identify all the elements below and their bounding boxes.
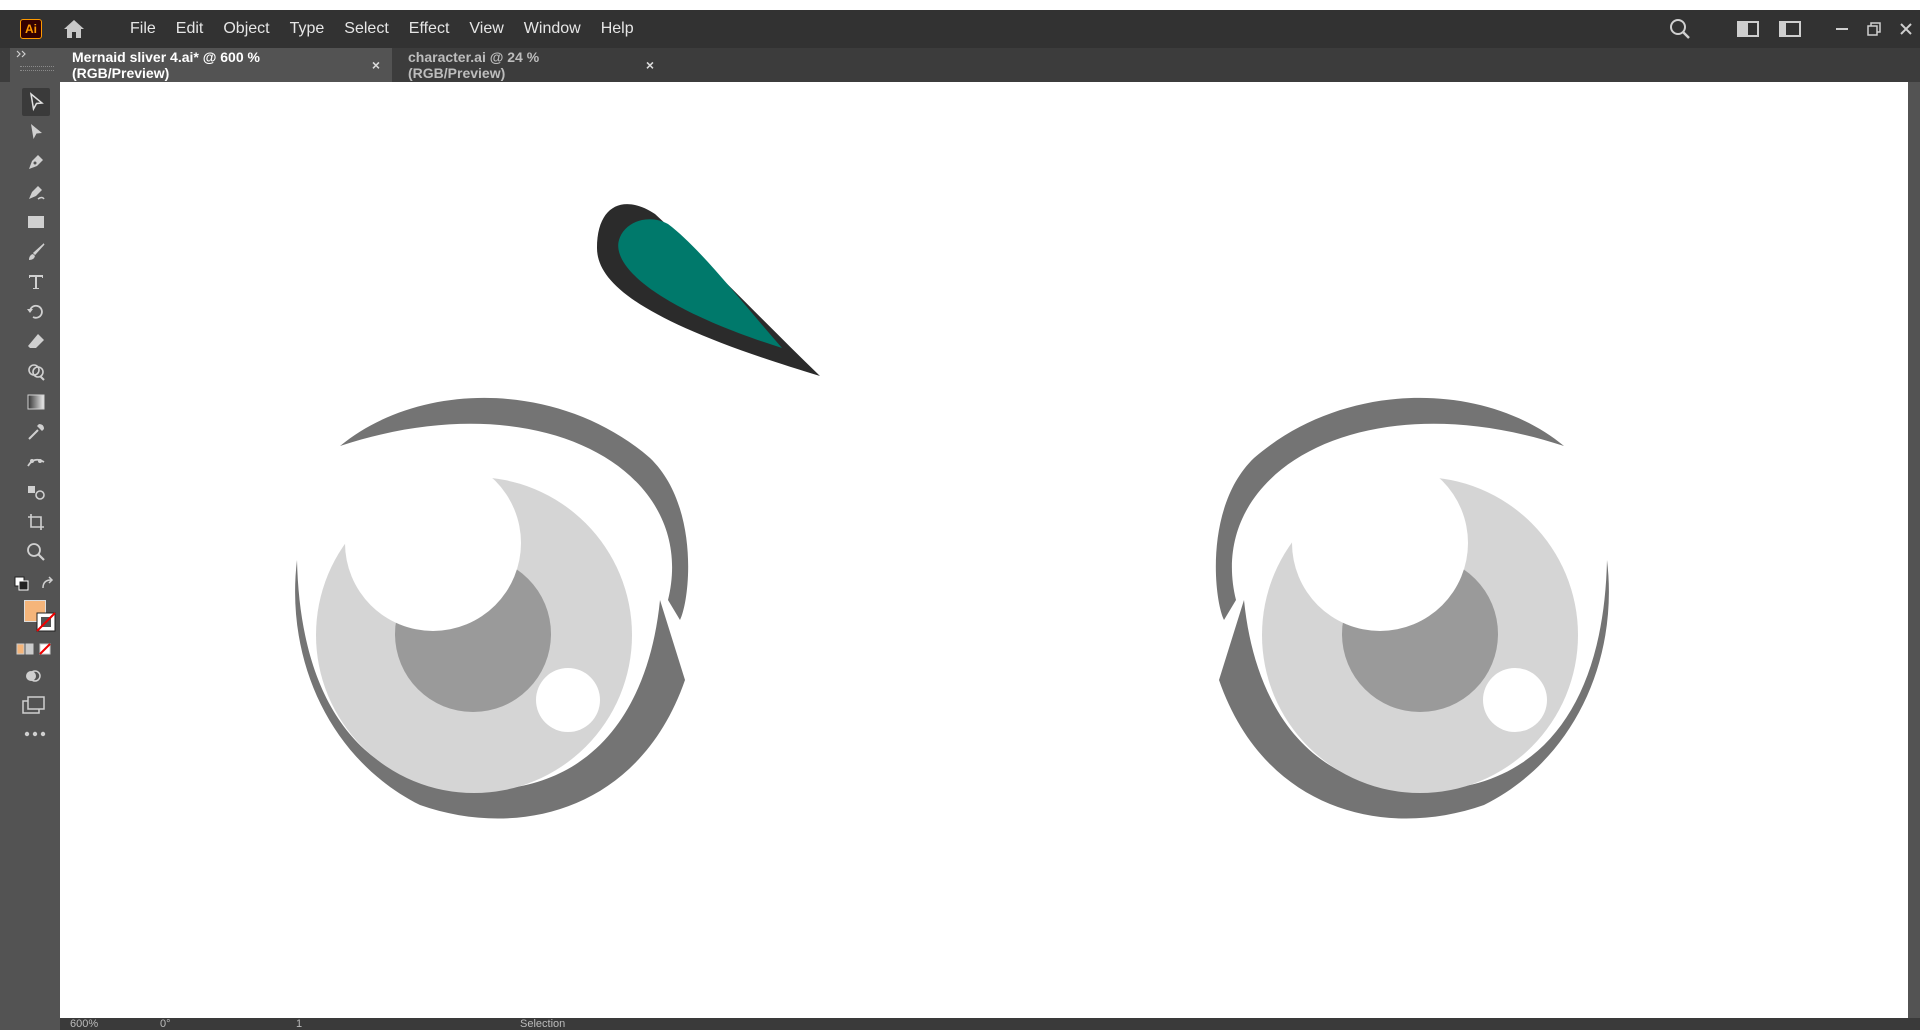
artboard-number[interactable]: 1: [296, 1018, 302, 1030]
menu-view[interactable]: View: [459, 20, 513, 38]
swap-fill-stroke-icon[interactable]: [40, 576, 56, 592]
gradient-tool-icon[interactable]: [22, 388, 50, 416]
left-eye[interactable]: [295, 397, 689, 819]
menu-help[interactable]: Help: [591, 20, 644, 38]
paintbrush-tool-icon[interactable]: [22, 238, 50, 266]
tools-panel: [10, 48, 60, 1030]
search-icon[interactable]: [1666, 15, 1694, 43]
status-bar: 600% 0° 1 Selection: [60, 1018, 1920, 1030]
edit-toolbar-icon[interactable]: [24, 730, 46, 738]
leaf-shape[interactable]: [597, 204, 820, 376]
minimize-icon[interactable]: [1828, 15, 1856, 43]
rotation-value[interactable]: 0°: [160, 1018, 171, 1030]
menu-bar: Ai File Edit Object Type Select Effect V…: [0, 10, 1920, 48]
eraser-tool-icon[interactable]: [22, 328, 50, 356]
stroke-color-swatch[interactable]: [36, 612, 56, 632]
close-window-icon[interactable]: [1892, 15, 1920, 43]
color-mode-icons[interactable]: [16, 643, 56, 655]
right-eye[interactable]: [1215, 397, 1609, 819]
artboard-tool-icon[interactable]: [22, 508, 50, 536]
close-tab-icon[interactable]: ×: [646, 57, 654, 73]
main-menu: File Edit Object Type Select Effect View…: [120, 20, 644, 38]
blend-tool-icon[interactable]: [22, 478, 50, 506]
right-panel-edge: [1908, 82, 1920, 1018]
puppet-warp-icon[interactable]: [22, 448, 50, 476]
artboard-canvas[interactable]: [60, 82, 1908, 1018]
direct-selection-tool-icon[interactable]: [22, 118, 50, 146]
menu-effect[interactable]: Effect: [399, 20, 460, 38]
shape-builder-icon[interactable]: [22, 358, 50, 386]
menu-type[interactable]: Type: [280, 20, 335, 38]
tab-label: character.ai @ 24 % (RGB/Preview): [408, 49, 540, 81]
illustrator-logo-icon: Ai: [20, 19, 42, 39]
rotate-tool-icon[interactable]: [22, 298, 50, 326]
collapse-panel-icon[interactable]: [16, 50, 28, 58]
menu-select[interactable]: Select: [334, 20, 398, 38]
zoom-tool-icon[interactable]: [22, 538, 50, 566]
draw-mode-icon[interactable]: [24, 668, 42, 684]
current-tool-label[interactable]: Selection: [520, 1018, 565, 1030]
zoom-level[interactable]: 600%: [70, 1018, 98, 1030]
tab-mernaid-sliver[interactable]: Mernaid sliver 4.ai* @ 600 % (RGB/Previe…: [60, 48, 392, 82]
screen-mode-icon[interactable]: [22, 696, 46, 714]
menu-window[interactable]: Window: [514, 20, 591, 38]
pen-tool-icon[interactable]: [22, 148, 50, 176]
curvature-tool-icon[interactable]: [22, 178, 50, 206]
menu-object[interactable]: Object: [213, 20, 279, 38]
menu-edit[interactable]: Edit: [166, 20, 214, 38]
close-tab-icon[interactable]: ×: [372, 57, 380, 73]
workspace-switcher-icon[interactable]: [1734, 15, 1762, 43]
type-tool-icon[interactable]: [22, 268, 50, 296]
home-icon[interactable]: [60, 15, 88, 43]
window-top-edge: [0, 0, 1920, 10]
eyedropper-tool-icon[interactable]: [22, 418, 50, 446]
tab-character[interactable]: character.ai @ 24 % (RGB/Preview) ×: [396, 48, 666, 82]
document-tab-bar: Mernaid sliver 4.ai* @ 600 % (RGB/Previe…: [0, 48, 1920, 82]
panel-grip[interactable]: [20, 66, 54, 71]
artwork: [295, 204, 1609, 819]
default-fill-stroke-icon[interactable]: [14, 576, 30, 592]
arrange-documents-icon[interactable]: [1776, 15, 1804, 43]
tab-label: Mernaid sliver 4.ai* @ 600 % (RGB/Previe…: [72, 49, 260, 81]
menu-file[interactable]: File: [120, 20, 166, 38]
window-controls: [1652, 10, 1920, 48]
restore-icon[interactable]: [1860, 15, 1888, 43]
rectangle-tool-icon[interactable]: [22, 208, 50, 236]
selection-tool-icon[interactable]: [22, 88, 50, 116]
